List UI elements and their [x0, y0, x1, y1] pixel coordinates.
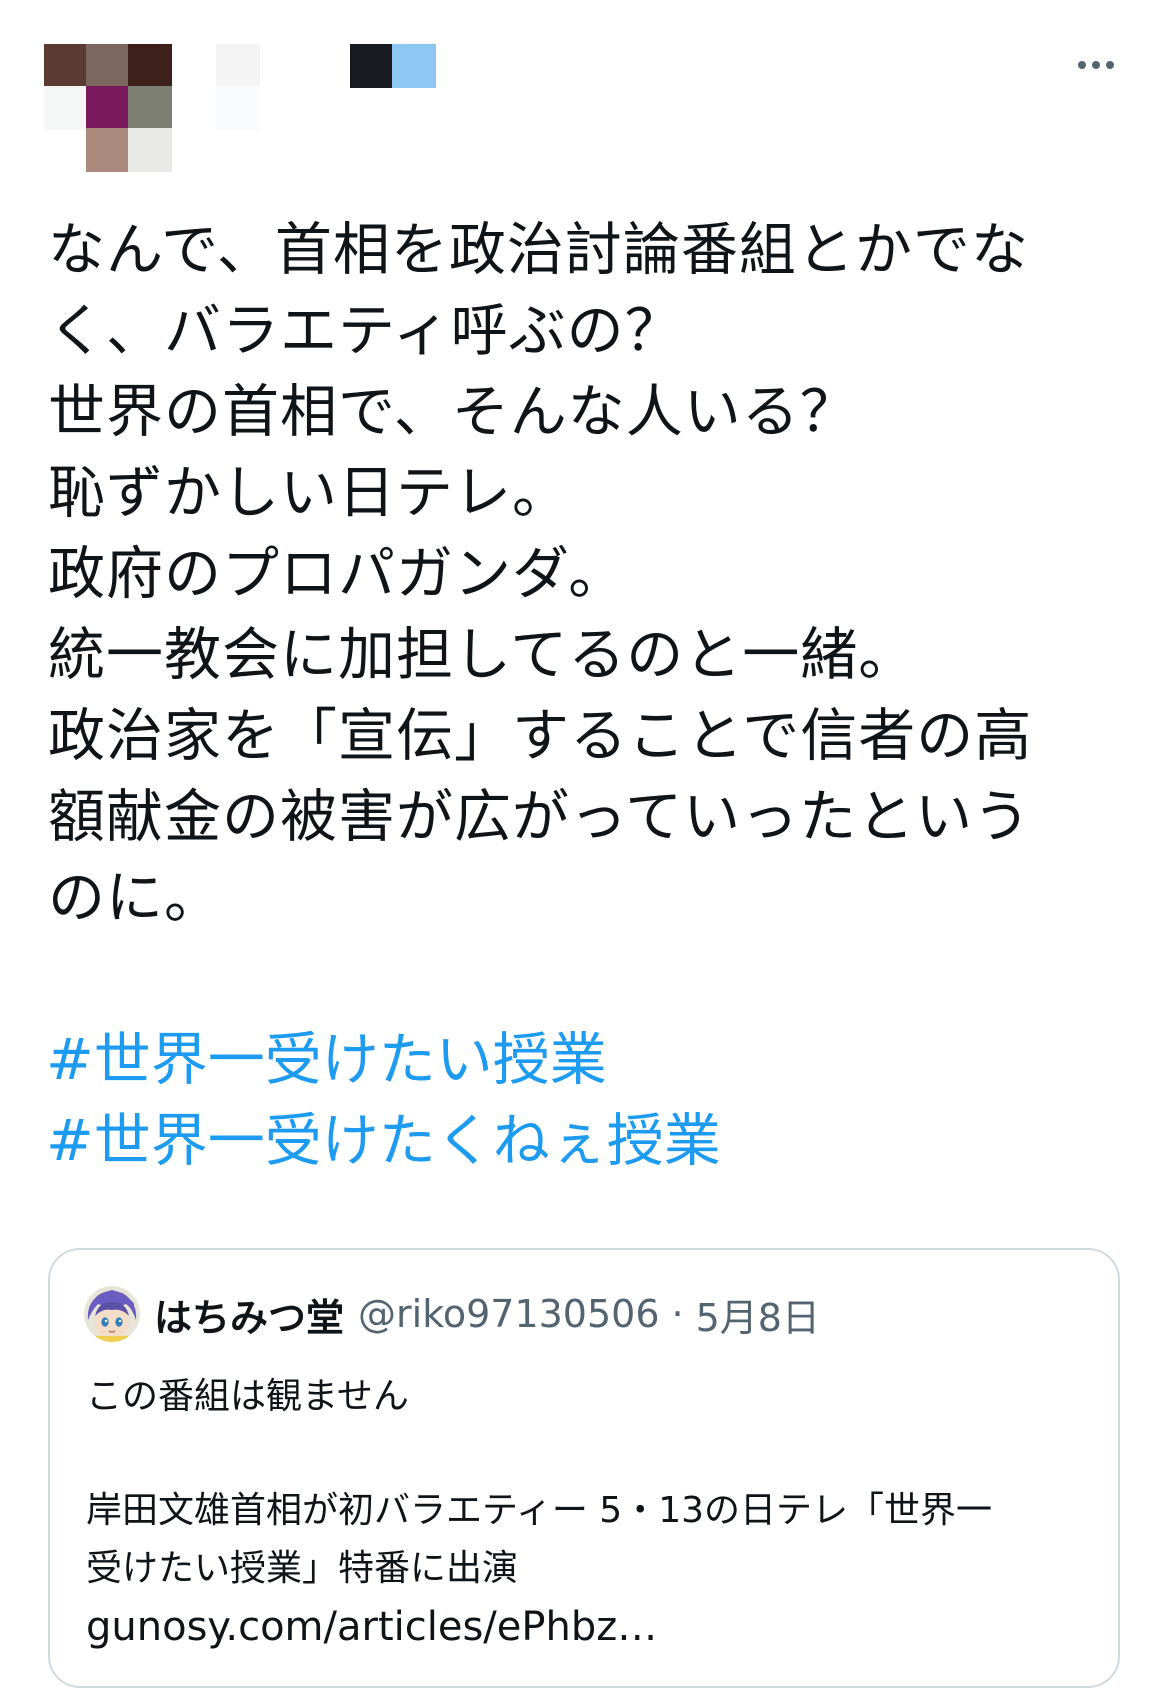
quoted-tweet-card[interactable]: はちみつ堂 @riko97130506 · 5月8日 この番組は観ません 岸田文… [48, 1248, 1120, 1688]
anime-avatar-icon-graphic [84, 1286, 140, 1342]
quoted-tweet-link[interactable]: gunosy.com/articles/ePhbz… [86, 1598, 1096, 1656]
mosaic-tile [128, 128, 172, 172]
display-name-mosaic[interactable] [216, 44, 260, 88]
display-name-mosaic [216, 86, 260, 130]
quoted-tweet-text: 岸田文雄首相が初バラエティー 5・13の日テレ「世界一 [86, 1490, 992, 1531]
hashtag-list: #世界一受けたい授業 #世界一受けたくねぇ授業 [46, 1020, 1126, 1182]
mosaic-tile [128, 44, 172, 88]
more-horizontal-icon [1092, 61, 1100, 69]
mosaic-tile [86, 44, 130, 88]
more-horizontal-icon [1106, 61, 1114, 69]
more-horizontal-icon [1078, 61, 1086, 69]
handle-mosaic[interactable] [350, 44, 394, 88]
tweet-text-line: 額献金の被害が広がっていったという [48, 784, 1032, 850]
tweet-text-line: 恥ずかしい日テレ。 [48, 460, 570, 526]
more-options-button[interactable] [1068, 42, 1124, 88]
mosaic-tile [44, 86, 88, 130]
quoted-tweet-text: 受けたい授業」特番に出演 [86, 1548, 519, 1589]
tweet-text-line: 統一教会に加担してるのと一緒。 [48, 622, 917, 688]
avatar[interactable] [44, 44, 180, 176]
quoted-user-name[interactable]: はちみつ堂 [154, 1287, 344, 1342]
mosaic-tile [128, 86, 172, 130]
anime-avatar-icon[interactable] [84, 1286, 140, 1342]
tweet-text-line: 世界の首相で、そんな人いる？ [48, 379, 858, 445]
quoted-tweet-body: この番組は観ません 岸田文雄首相が初バラエティー 5・13の日テレ「世界一 受け… [86, 1368, 1096, 1656]
separator-dot: · [671, 1292, 684, 1336]
handle-mosaic [392, 44, 436, 88]
mosaic-tile [44, 44, 88, 88]
mosaic-tile [86, 128, 130, 172]
tweet-text-line: 政治家を「宣伝」することで信者の高 [48, 703, 1033, 769]
hashtag-link[interactable]: #世界一受けたくねぇ授業 [46, 1101, 1126, 1182]
quoted-tweet-spacer [86, 1426, 1096, 1482]
tweet-text-line: 政府のプロパガンダ。 [48, 541, 627, 607]
mosaic-tile [86, 86, 130, 130]
quoted-tweet-date[interactable]: 5月8日 [696, 1287, 820, 1342]
quoted-tweet-header: はちみつ堂 @riko97130506 · 5月8日 [84, 1286, 820, 1342]
tweet-text-line: く、バラエティ呼ぶの？ [48, 298, 683, 364]
tweet-text-line: のに。 [48, 865, 222, 931]
hashtag-link[interactable]: #世界一受けたい授業 [46, 1020, 1126, 1101]
quoted-tweet-text: この番組は観ません [86, 1376, 409, 1417]
tweet-text: なんで、首相を政治討論番組とかでな く、バラエティ呼ぶの？ 世界の首相で、そんな… [48, 210, 1128, 939]
tweet-text-line: なんで、首相を政治討論番組とかでな [48, 217, 1029, 283]
quoted-user-handle[interactable]: @riko97130506 [358, 1292, 660, 1336]
